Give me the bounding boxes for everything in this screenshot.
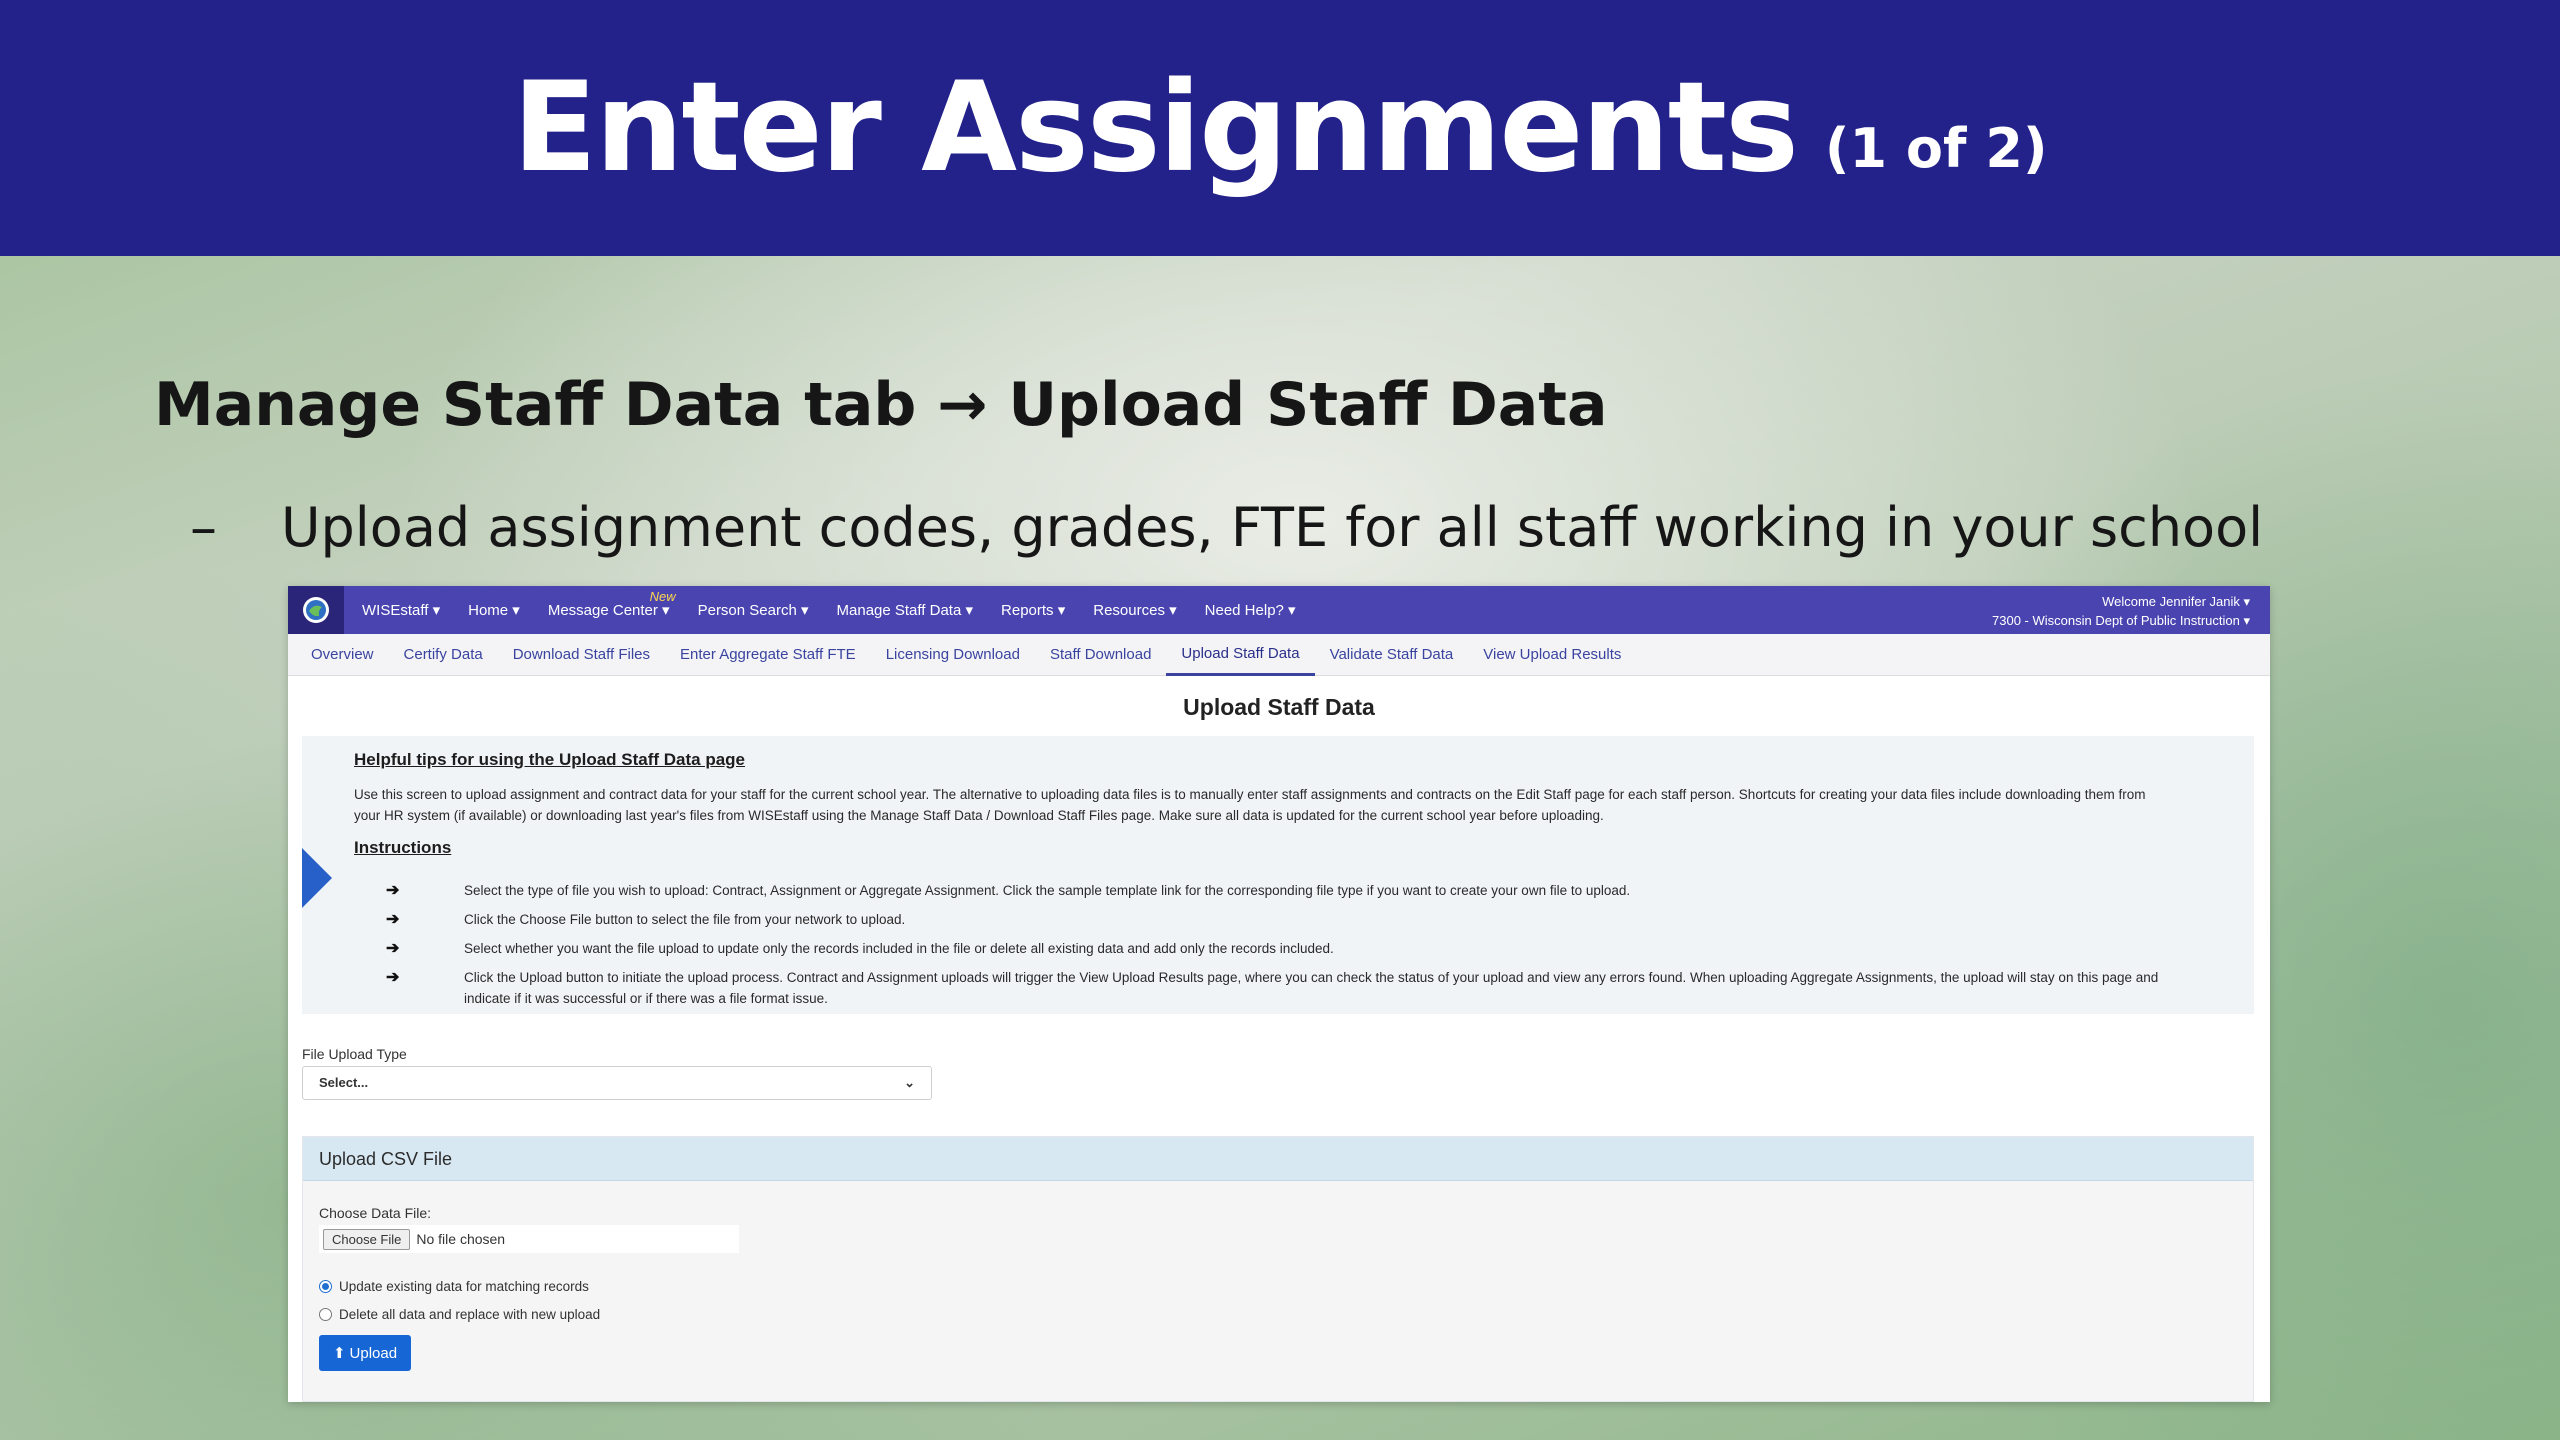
slide-title-bar: Enter Assignments (1 of 2) (0, 0, 2560, 256)
choose-file-button[interactable]: Choose File (323, 1228, 411, 1250)
nav-manage-staff-data[interactable]: Manage Staff Data ▾ (823, 601, 988, 619)
option-delete-label: Delete all data and replace with new upl… (339, 1307, 601, 1322)
instruction-item: ➔ Select the type of file you wish to up… (386, 880, 2186, 909)
upload-icon: ⬆ (332, 1345, 346, 1362)
upload-button-label: Upload (349, 1344, 398, 1362)
tab-enter-aggregate-staff-fte[interactable]: Enter Aggregate Staff FTE (665, 634, 871, 676)
file-status: No file chosen (416, 1231, 506, 1247)
nav-need-help[interactable]: Need Help? ▾ (1191, 601, 1310, 619)
instruction-text: Select the type of file you wish to uplo… (464, 883, 1631, 898)
welcome-user-menu[interactable]: Welcome Jennifer Janik ▾ 7300 - Wisconsi… (1992, 592, 2250, 630)
arrow-right-icon: ➔ (386, 882, 400, 899)
tab-validate-staff-data[interactable]: Validate Staff Data (1315, 634, 1469, 676)
tab-view-upload-results[interactable]: View Upload Results (1468, 634, 1636, 676)
arrow-right-icon: ➔ (386, 969, 400, 986)
instruction-text: Click the Upload button to initiate the … (464, 970, 2159, 1006)
tips-text: Use this screen to upload assignment and… (354, 787, 2146, 823)
nav-reports[interactable]: Reports ▾ (987, 601, 1079, 619)
tab-upload-staff-data[interactable]: Upload Staff Data (1166, 634, 1315, 676)
file-upload-type-select[interactable]: Select... ⌄ (302, 1066, 932, 1100)
nav-wisestaff[interactable]: WISEstaff ▾ (344, 601, 454, 619)
top-nav: WISEstaff ▾ Home ▾ Message Center ▾ New … (288, 586, 2270, 634)
nav-message-center[interactable]: Message Center ▾ New (534, 589, 684, 619)
file-upload-type-label: File Upload Type (302, 1046, 407, 1062)
sub-nav: Overview Certify Data Download Staff Fil… (288, 634, 2270, 676)
bullet-dash: – (190, 496, 217, 559)
arrow-right-icon: ➔ (386, 911, 400, 928)
slide-bullet: – Upload assignment codes, grades, FTE f… (190, 496, 2263, 559)
tips-title: Helpful tips for using the Upload Staff … (354, 750, 746, 769)
file-upload-type-value: Select... (319, 1075, 369, 1090)
instruction-item: ➔ Select whether you want the file uploa… (386, 938, 2186, 967)
new-badge: New (649, 589, 676, 604)
slide-title: Enter Assignments (512, 56, 1798, 200)
file-input: Choose File No file chosen (319, 1225, 739, 1253)
slide-title-suffix: (1 of 2) (1824, 116, 2048, 180)
tab-certify-data[interactable]: Certify Data (389, 634, 498, 676)
instruction-item: ➔ Click the Upload button to initiate th… (386, 967, 2186, 1009)
tab-staff-download[interactable]: Staff Download (1035, 634, 1166, 676)
wisestaff-logo-icon[interactable] (288, 586, 344, 634)
tab-download-staff-files[interactable]: Download Staff Files (498, 634, 665, 676)
instruction-text: Select whether you want the file upload … (464, 941, 1334, 956)
option-update-existing[interactable]: Update existing data for matching record… (319, 1279, 589, 1294)
instruction-item: ➔ Click the Choose File button to select… (386, 909, 2186, 938)
upload-button[interactable]: ⬆ Upload (319, 1335, 411, 1371)
tab-licensing-download[interactable]: Licensing Download (871, 634, 1035, 676)
nav-home[interactable]: Home ▾ (454, 601, 534, 619)
upload-csv-panel: Upload CSV File Choose Data File: Choose… (302, 1136, 2254, 1402)
choose-data-file-label: Choose Data File: (319, 1205, 432, 1221)
embedded-screenshot: WISEstaff ▾ Home ▾ Message Center ▾ New … (288, 586, 2270, 1402)
radio-update-existing[interactable] (319, 1280, 332, 1293)
chevron-down-icon: ⌄ (904, 1075, 915, 1090)
page-title: Upload Staff Data (1183, 694, 1375, 720)
nav-resources[interactable]: Resources ▾ (1079, 601, 1190, 619)
pointer-arrow-icon (302, 848, 332, 908)
instructions-list: ➔ Select the type of file you wish to up… (386, 880, 2186, 1009)
welcome-user[interactable]: Welcome Jennifer Janik ▾ (1992, 592, 2250, 611)
instructions-title: Instructions (354, 838, 452, 857)
arrow-right-icon: ➔ (386, 940, 400, 957)
nav-message-center-label: Message Center ▾ (547, 602, 670, 619)
slide-heading: Manage Staff Data tab → Upload Staff Dat… (154, 370, 1608, 440)
welcome-organization[interactable]: 7300 - Wisconsin Dept of Public Instruct… (1992, 611, 2250, 630)
helpful-tips-panel: Helpful tips for using the Upload Staff … (302, 736, 2254, 1014)
tab-overview[interactable]: Overview (296, 634, 389, 676)
option-update-label: Update existing data for matching record… (339, 1279, 589, 1294)
radio-delete-all[interactable] (319, 1308, 332, 1321)
option-delete-all[interactable]: Delete all data and replace with new upl… (319, 1307, 600, 1322)
upload-csv-header: Upload CSV File (303, 1137, 2253, 1181)
nav-person-search[interactable]: Person Search ▾ (684, 601, 823, 619)
instruction-text: Click the Choose File button to select t… (464, 912, 906, 927)
bullet-text: Upload assignment codes, grades, FTE for… (281, 496, 2264, 559)
